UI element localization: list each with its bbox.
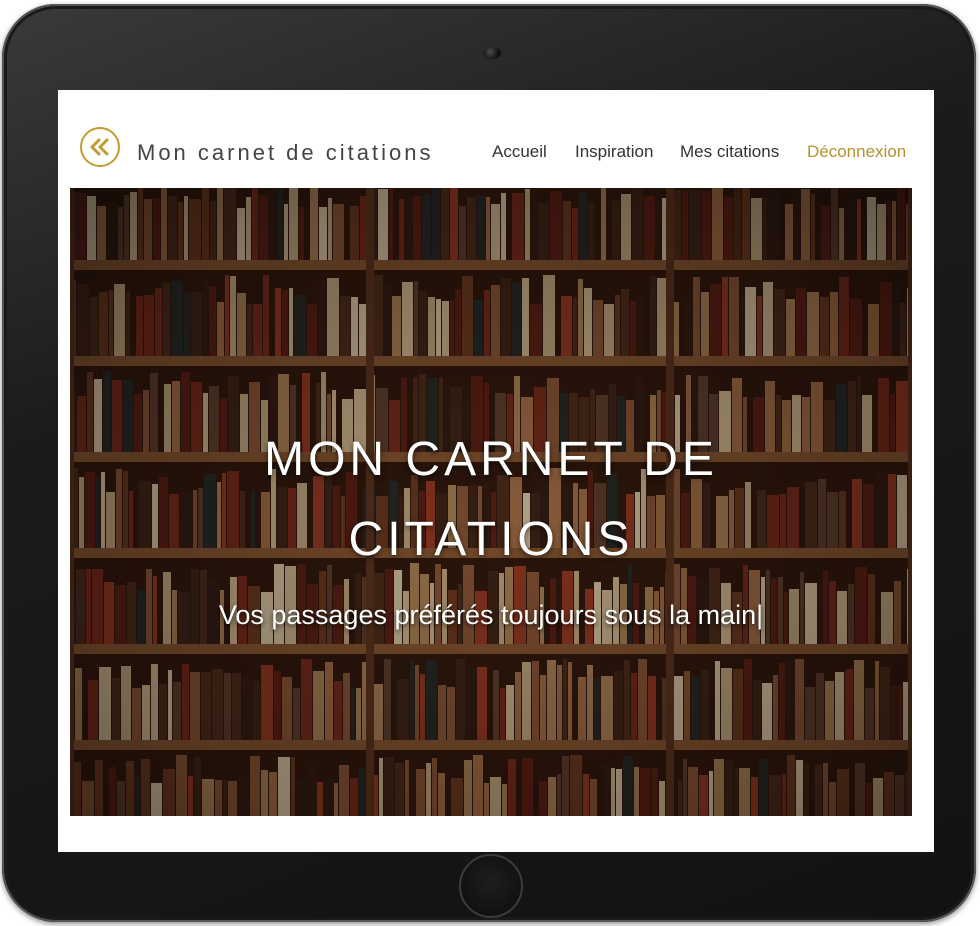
logo[interactable]	[80, 127, 120, 167]
tablet-frame: Mon carnet de citations Accueil Inspirat…	[2, 4, 976, 922]
hero-title: MON CARNET DE CITATIONS	[241, 420, 741, 580]
hero-banner: MON CARNET DE CITATIONS Vos passages pré…	[70, 188, 912, 816]
nav-inspiration[interactable]: Inspiration	[575, 142, 653, 162]
camera-icon	[483, 47, 501, 59]
double-chevron-left-icon	[90, 138, 109, 156]
hero-subtitle: Vos passages préférés toujours sous la m…	[218, 600, 764, 630]
screen: Mon carnet de citations Accueil Inspirat…	[58, 90, 934, 852]
hero-title-line2: CITATIONS	[348, 513, 634, 566]
nav-accueil[interactable]: Accueil	[492, 142, 547, 162]
brand-name[interactable]: Mon carnet de citations	[137, 140, 433, 166]
hero-title-line1: MON CARNET DE	[264, 433, 718, 486]
home-button[interactable]	[459, 854, 523, 918]
nav-mes-citations[interactable]: Mes citations	[680, 142, 779, 162]
site-header: Mon carnet de citations Accueil Inspirat…	[58, 90, 934, 188]
nav-deconnexion[interactable]: Déconnexion	[807, 142, 906, 162]
